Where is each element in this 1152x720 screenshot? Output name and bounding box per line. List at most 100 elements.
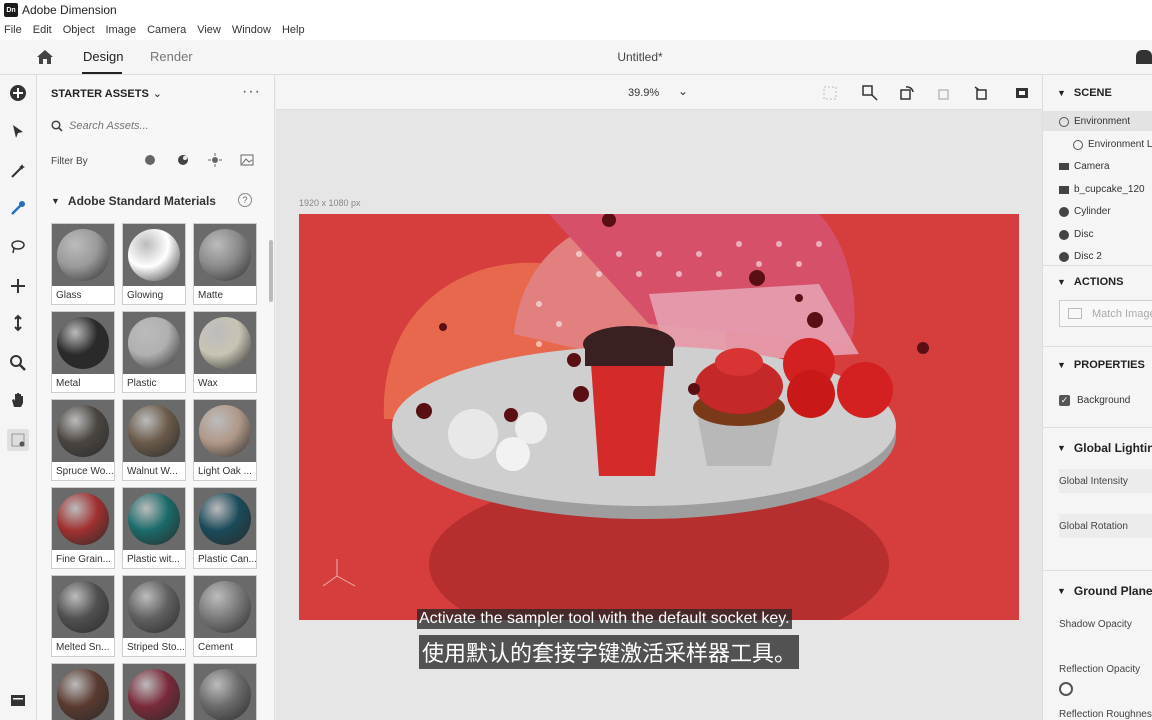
material-sphere (199, 581, 251, 633)
material-tile[interactable]: Striped Sto... (122, 575, 186, 657)
material-thumbnail (123, 312, 185, 374)
add-icon[interactable] (7, 82, 29, 104)
material-tile[interactable]: Metal (51, 311, 115, 393)
material-label: Spruce Wo... (56, 466, 114, 477)
material-thumbnail (123, 400, 185, 462)
material-tile[interactable]: Light Oak ... (193, 399, 257, 481)
material-tile[interactable]: Spruce Wo... (51, 399, 115, 481)
axis-gizmo (322, 559, 356, 587)
dolly-icon[interactable] (973, 84, 991, 102)
move-icon[interactable] (7, 275, 29, 297)
select-tool-icon[interactable] (7, 121, 29, 143)
reflection-roughness-label: Reflection Roughness (1059, 709, 1152, 720)
material-tile[interactable]: Melted Sn... (51, 575, 115, 657)
title-bar: Dn Adobe Dimension (0, 0, 1152, 20)
starter-assets-dropdown[interactable]: STARTER ASSETS ⌄ (51, 87, 162, 100)
scene-header[interactable]: ▼ SCENE (1057, 87, 1112, 99)
pan-camera-icon[interactable] (935, 84, 953, 102)
material-tile[interactable] (122, 663, 186, 720)
material-icon (1059, 229, 1069, 240)
more-options-icon[interactable]: ··· (242, 83, 261, 101)
cupcake-top (715, 348, 763, 376)
zoom-icon[interactable] (7, 352, 29, 374)
scene-item-camera[interactable]: Camera (1059, 161, 1110, 172)
material-thumbnail (123, 488, 185, 550)
scene-item-cupcake[interactable]: b_cupcake_120 (1059, 184, 1145, 195)
search-input[interactable] (69, 120, 249, 132)
menu-help[interactable]: Help (282, 24, 305, 36)
material-tile[interactable]: Matte (193, 223, 257, 305)
material-tile[interactable]: Wax (193, 311, 257, 393)
material-tile[interactable]: Walnut W... (122, 399, 186, 481)
material-tile[interactable]: Plastic wit... (122, 487, 186, 569)
tomato-3 (837, 362, 893, 418)
magic-wand-icon[interactable] (7, 160, 29, 182)
sampler-tool-icon[interactable] (7, 197, 29, 219)
material-filter-icon[interactable] (176, 153, 190, 167)
material-tile[interactable]: Cement (193, 575, 257, 657)
light-filter-icon[interactable] (208, 153, 222, 167)
render-canvas[interactable] (299, 214, 1019, 620)
global-lighting-header[interactable]: ▼Global Lighting (1057, 441, 1152, 455)
menu-image[interactable]: Image (106, 24, 137, 36)
tab-render[interactable]: Render (150, 49, 193, 64)
material-sphere (128, 317, 180, 369)
model-filter-icon[interactable] (143, 153, 157, 167)
menu-file[interactable]: File (4, 24, 22, 36)
camera-bookmark-icon[interactable] (1013, 84, 1031, 102)
material-sphere (57, 581, 109, 633)
menu-edit[interactable]: Edit (33, 24, 52, 36)
divider (1043, 427, 1152, 428)
hand-icon[interactable] (7, 389, 29, 411)
reflection-opacity-slider[interactable] (1059, 682, 1073, 696)
scene-item-disc[interactable]: Disc (1059, 229, 1093, 240)
menu-window[interactable]: Window (232, 24, 271, 36)
scene-item-environment[interactable]: Environment (1059, 116, 1130, 127)
orbit-icon[interactable] (897, 84, 915, 102)
section-adobe-standard-materials[interactable]: ▼ Adobe Standard Materials (51, 194, 216, 208)
help-icon[interactable]: ? (238, 193, 252, 207)
search-box[interactable] (51, 117, 261, 135)
fit-icon[interactable] (861, 84, 879, 102)
image-filter-icon[interactable] (240, 153, 254, 167)
lasso-icon[interactable] (7, 236, 29, 258)
assets-scrollbar[interactable] (269, 240, 273, 302)
scene-item-disc-2[interactable]: Disc 2 (1059, 251, 1102, 262)
material-tile[interactable]: Fine Grain... (51, 487, 115, 569)
background-checkbox[interactable]: ✓ Background (1059, 395, 1130, 406)
material-sphere (57, 229, 109, 281)
menu-view[interactable]: View (197, 24, 221, 36)
scene-item-cylinder[interactable]: Cylinder (1059, 206, 1111, 217)
ground-plane-header[interactable]: ▼ Ground Plane (1057, 584, 1152, 598)
material-tile[interactable]: Glowing (122, 223, 186, 305)
panel-toggle-icon[interactable] (7, 689, 29, 711)
zoom-dropdown-icon[interactable]: ⌄ (678, 84, 688, 98)
properties-header[interactable]: ▼ PROPERTIES (1057, 359, 1145, 371)
material-thumbnail (52, 224, 114, 286)
material-tile[interactable]: Glass (51, 223, 115, 305)
menu-object[interactable]: Object (63, 24, 95, 36)
material-tile[interactable]: Plastic (122, 311, 186, 393)
material-thumbnail (194, 400, 256, 462)
frame-icon[interactable] (821, 84, 839, 102)
caret-down-icon: ▼ (1057, 277, 1066, 287)
image-icon (1068, 308, 1082, 319)
material-tile[interactable] (193, 663, 257, 720)
actions-header[interactable]: ▼ ACTIONS (1057, 276, 1123, 288)
swatch-icon[interactable] (7, 429, 29, 451)
material-tile[interactable] (51, 663, 115, 720)
material-tile[interactable]: Plastic Can... (193, 487, 257, 569)
material-sphere (199, 405, 251, 457)
menu-camera[interactable]: Camera (147, 24, 186, 36)
scale-icon[interactable] (7, 312, 29, 334)
global-intensity-label: Global Intensity (1059, 476, 1128, 487)
cloud-icon[interactable] (1136, 50, 1152, 64)
material-thumbnail (194, 224, 256, 286)
home-icon[interactable] (36, 49, 54, 65)
match-image-button[interactable]: Match Image (1059, 300, 1152, 327)
tab-design[interactable]: Design (83, 49, 123, 64)
material-sphere (57, 669, 109, 720)
zoom-level[interactable]: 39.9% (628, 87, 659, 99)
tomato-2 (787, 370, 835, 418)
scene-item-environment-light[interactable]: Environment L (1073, 139, 1152, 150)
